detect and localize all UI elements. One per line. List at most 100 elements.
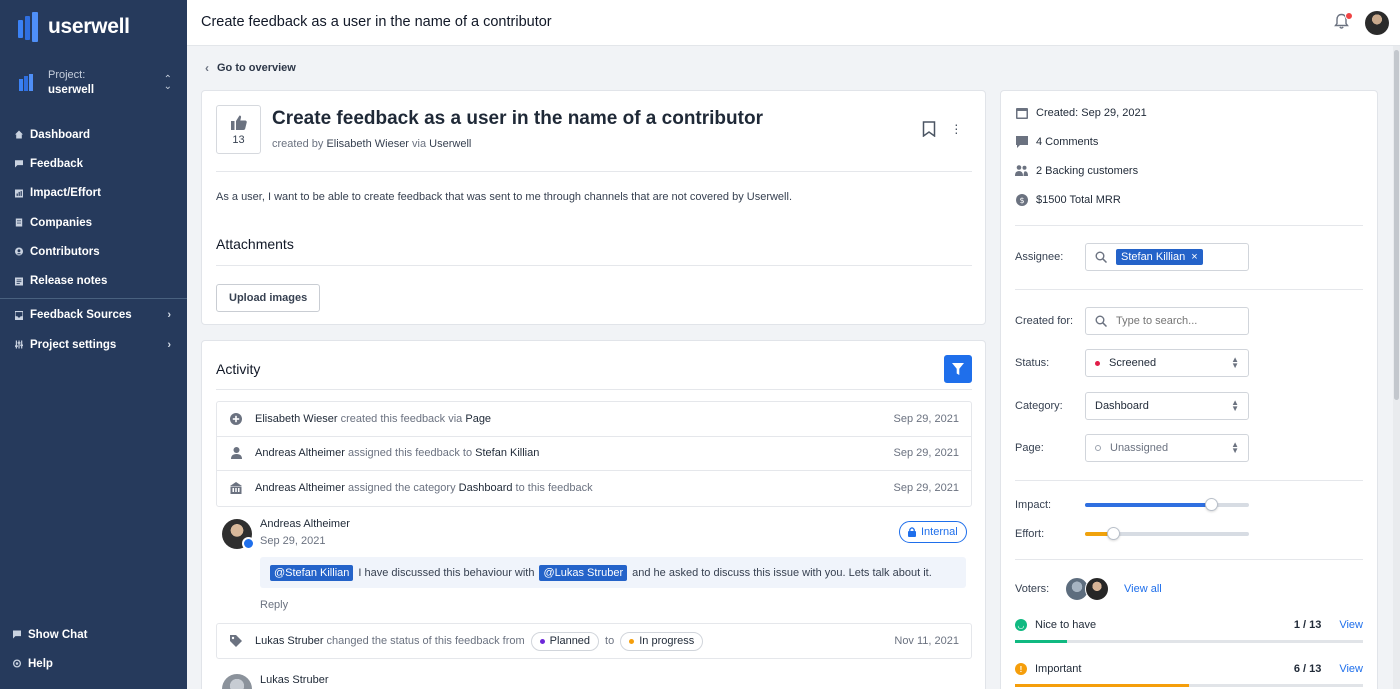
sidebar-item-label: Dashboard xyxy=(30,128,91,141)
mention-chip[interactable]: @Lukas Struber xyxy=(539,564,628,581)
status-to-label: In progress xyxy=(639,635,695,647)
scrollbar-thumb[interactable] xyxy=(1394,50,1399,400)
divider xyxy=(1015,480,1363,481)
impact-handle[interactable] xyxy=(1205,498,1219,511)
filter-icon xyxy=(952,363,964,375)
sidebar-item-dashboard[interactable]: Dashboard xyxy=(0,120,187,149)
attachments-heading: Attachments xyxy=(216,236,294,252)
created-for-field[interactable] xyxy=(1085,307,1249,335)
priority-count: 6 / 13 xyxy=(1293,663,1322,675)
impact-label: Impact: xyxy=(1015,499,1052,511)
settings-icon xyxy=(15,340,23,349)
userwell-logo-icon xyxy=(18,12,38,42)
assignee-name: Stefan Killian xyxy=(1121,251,1186,263)
voter-avatar xyxy=(1085,577,1109,601)
comment-text: I have discussed this behaviour with xyxy=(358,566,535,579)
view-all-voters-link[interactable]: View all xyxy=(1124,583,1162,595)
go-to-overview-label: Go to overview xyxy=(217,62,296,74)
status-label: Status: xyxy=(1015,357,1050,369)
bookmark-icon xyxy=(922,121,936,138)
bookmark-button[interactable] xyxy=(922,121,936,140)
help-button[interactable]: Help xyxy=(0,649,187,678)
feedback-title: Create feedback as a user in the name of… xyxy=(272,108,763,129)
mention-chip[interactable]: @Stefan Killian xyxy=(270,564,354,581)
activity-row: Andreas Altheimer assigned this feedback… xyxy=(217,437,971,471)
author-link[interactable]: Elisabeth Wieser xyxy=(326,138,409,150)
project-switcher[interactable]: Project: userwell ⌃ ⌄ xyxy=(16,68,172,98)
created-for-search-input[interactable] xyxy=(1116,315,1226,327)
reply-link[interactable]: Reply xyxy=(260,599,288,611)
priority-label: Important xyxy=(1035,663,1082,675)
plus-circle-icon xyxy=(229,412,243,425)
priority-nice-to-have: ◡ Nice to have 1 / 13 View xyxy=(1015,619,1363,643)
event-target: Dashboard xyxy=(458,482,513,495)
home-icon xyxy=(15,130,23,139)
sidebar-item-feedback[interactable]: Feedback xyxy=(0,149,187,178)
voters-label: Voters: xyxy=(1015,583,1050,595)
chart-icon xyxy=(15,189,23,198)
activity-row: Lukas Struber changed the status of this… xyxy=(217,624,971,658)
comment-body: @Stefan Killian I have discussed this be… xyxy=(260,557,966,588)
page-value: Unassigned xyxy=(1110,442,1169,454)
upvote-button[interactable]: 13 xyxy=(216,105,261,154)
effort-slider[interactable] xyxy=(1085,527,1249,540)
comment-avatar xyxy=(222,674,252,689)
more-options-icon[interactable]: · · · xyxy=(954,117,959,139)
status-from-label: Planned xyxy=(549,635,591,647)
status-select[interactable]: Screened ▲ ▼ xyxy=(1085,349,1249,377)
priority-label: Nice to have xyxy=(1035,619,1097,631)
chevron-updown-icon: ▲ ▼ xyxy=(1231,398,1239,413)
feedback-card: 13 Create feedback as a user in the name… xyxy=(201,90,986,325)
sidebar-item-project-settings[interactable]: Project settings › xyxy=(0,330,187,359)
total-mrr: $1500 Total MRR xyxy=(1036,193,1121,206)
sidebar-item-label: Companies xyxy=(30,216,92,229)
remove-icon[interactable]: × xyxy=(1191,251,1197,263)
sidebar-item-feedback-sources[interactable]: Feedback Sources › xyxy=(0,301,187,330)
internal-label: Internal xyxy=(921,526,958,538)
backing-row: 2 Backing customers xyxy=(1015,164,1138,177)
comment-author: Andreas Altheimer xyxy=(260,518,350,530)
sidebar-item-impact-effort[interactable]: Impact/Effort xyxy=(0,179,187,208)
user-icon xyxy=(15,247,23,256)
user-avatar[interactable] xyxy=(1365,11,1389,35)
sidebar-item-release-notes[interactable]: Release notes xyxy=(0,266,187,295)
priority-view-link[interactable]: View xyxy=(1339,619,1363,631)
nav-divider xyxy=(0,297,187,299)
page-select[interactable]: Unassigned ▲ ▼ xyxy=(1085,434,1249,462)
logo[interactable]: userwell xyxy=(16,12,130,42)
page-label: Page: xyxy=(1015,442,1044,454)
svg-text:$: $ xyxy=(1019,196,1024,205)
smile-icon: ◡ xyxy=(1015,619,1027,631)
sidebar-item-label: Project settings xyxy=(30,338,117,351)
priority-view-link[interactable]: View xyxy=(1339,663,1363,675)
status-from-chip: Planned xyxy=(530,631,600,651)
priority-count: 1 / 13 xyxy=(1293,619,1322,631)
event-date: Sep 29, 2021 xyxy=(893,447,959,460)
filter-button[interactable] xyxy=(944,355,972,383)
assignee-field[interactable]: Stefan Killian × xyxy=(1085,243,1249,271)
dollar-icon: $ xyxy=(1015,193,1028,206)
effort-handle[interactable] xyxy=(1106,527,1120,540)
building-icon xyxy=(229,482,243,495)
priority-bar xyxy=(1015,684,1363,687)
comment-text: and he asked to discuss this issue with … xyxy=(632,566,932,579)
show-chat-button[interactable]: Show Chat xyxy=(0,620,187,649)
impact-slider[interactable] xyxy=(1085,498,1249,511)
page-scrollbar[interactable] xyxy=(1393,46,1400,689)
upload-images-button[interactable]: Upload images xyxy=(216,284,321,312)
divider xyxy=(216,265,972,266)
go-to-overview-link[interactable]: ‹ Go to overview xyxy=(205,61,296,75)
status-change-event: Lukas Struber changed the status of this… xyxy=(216,623,972,659)
sidebar-item-label: Feedback xyxy=(30,157,84,170)
comments-row: 4 Comments xyxy=(1015,135,1098,148)
sidebar-item-companies[interactable]: Companies xyxy=(0,208,187,237)
created-row: Created: Sep 29, 2021 xyxy=(1015,106,1147,119)
sidebar-item-label: Impact/Effort xyxy=(30,187,101,200)
category-select[interactable]: Dashboard ▲ ▼ xyxy=(1085,392,1249,420)
comments-count: 4 Comments xyxy=(1036,135,1099,148)
notifications-button[interactable] xyxy=(1334,12,1353,33)
activity-events: Elisabeth Wieser created this feedback v… xyxy=(216,401,972,507)
source-name: Userwell xyxy=(429,138,472,150)
sidebar-item-label: Contributors xyxy=(30,245,100,258)
sidebar-item-contributors[interactable]: Contributors xyxy=(0,237,187,266)
